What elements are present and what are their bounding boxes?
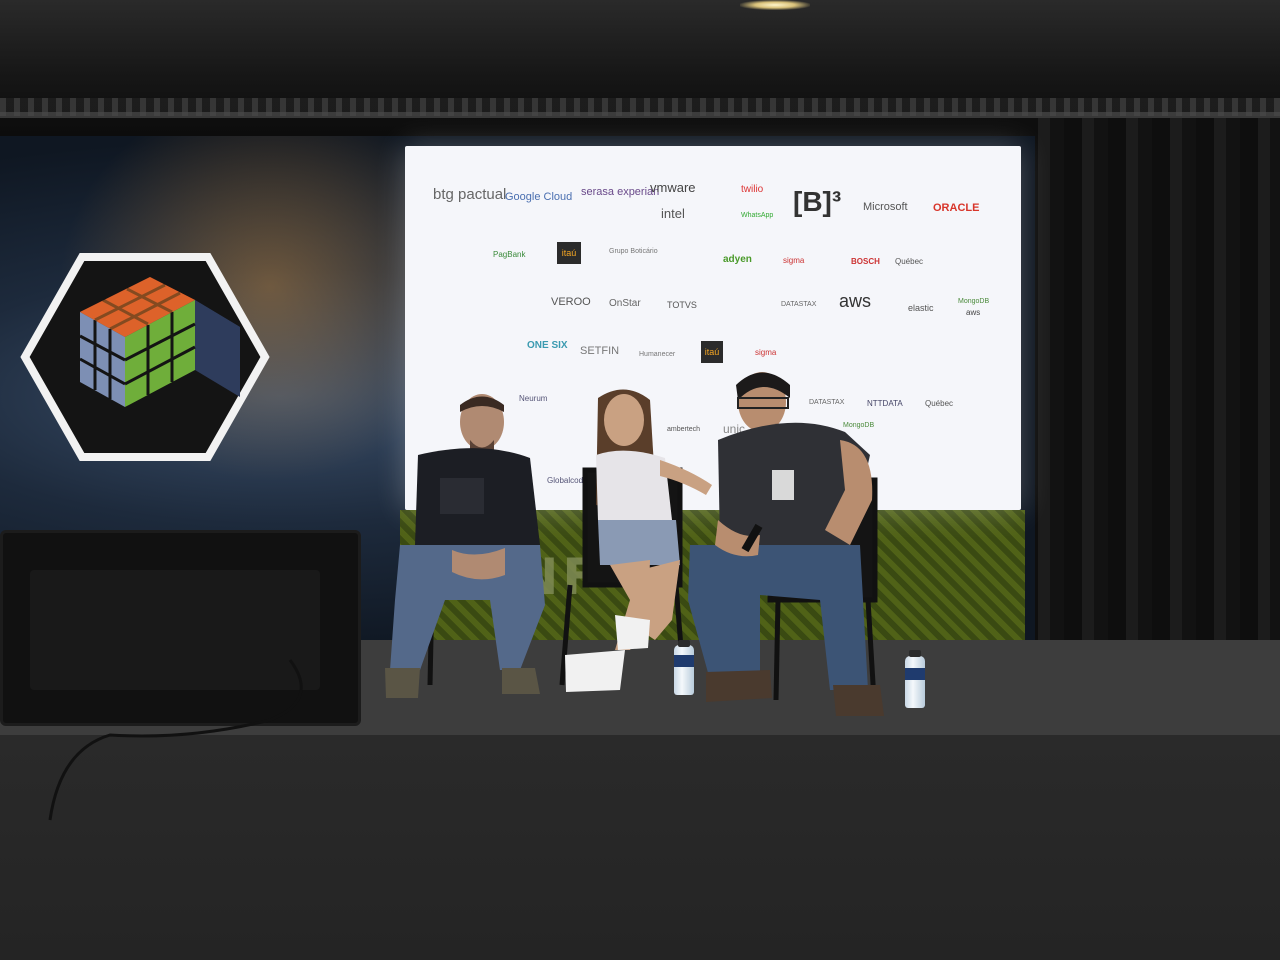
bottle-cap [909, 650, 921, 657]
speaker-left [385, 394, 545, 698]
bottle-cap [678, 640, 690, 647]
bottle-label [905, 668, 925, 680]
monitor-cable [48, 659, 303, 821]
bottle-label [674, 655, 694, 667]
water-bottle-middle [674, 645, 694, 695]
water-bottle-right [905, 656, 925, 708]
